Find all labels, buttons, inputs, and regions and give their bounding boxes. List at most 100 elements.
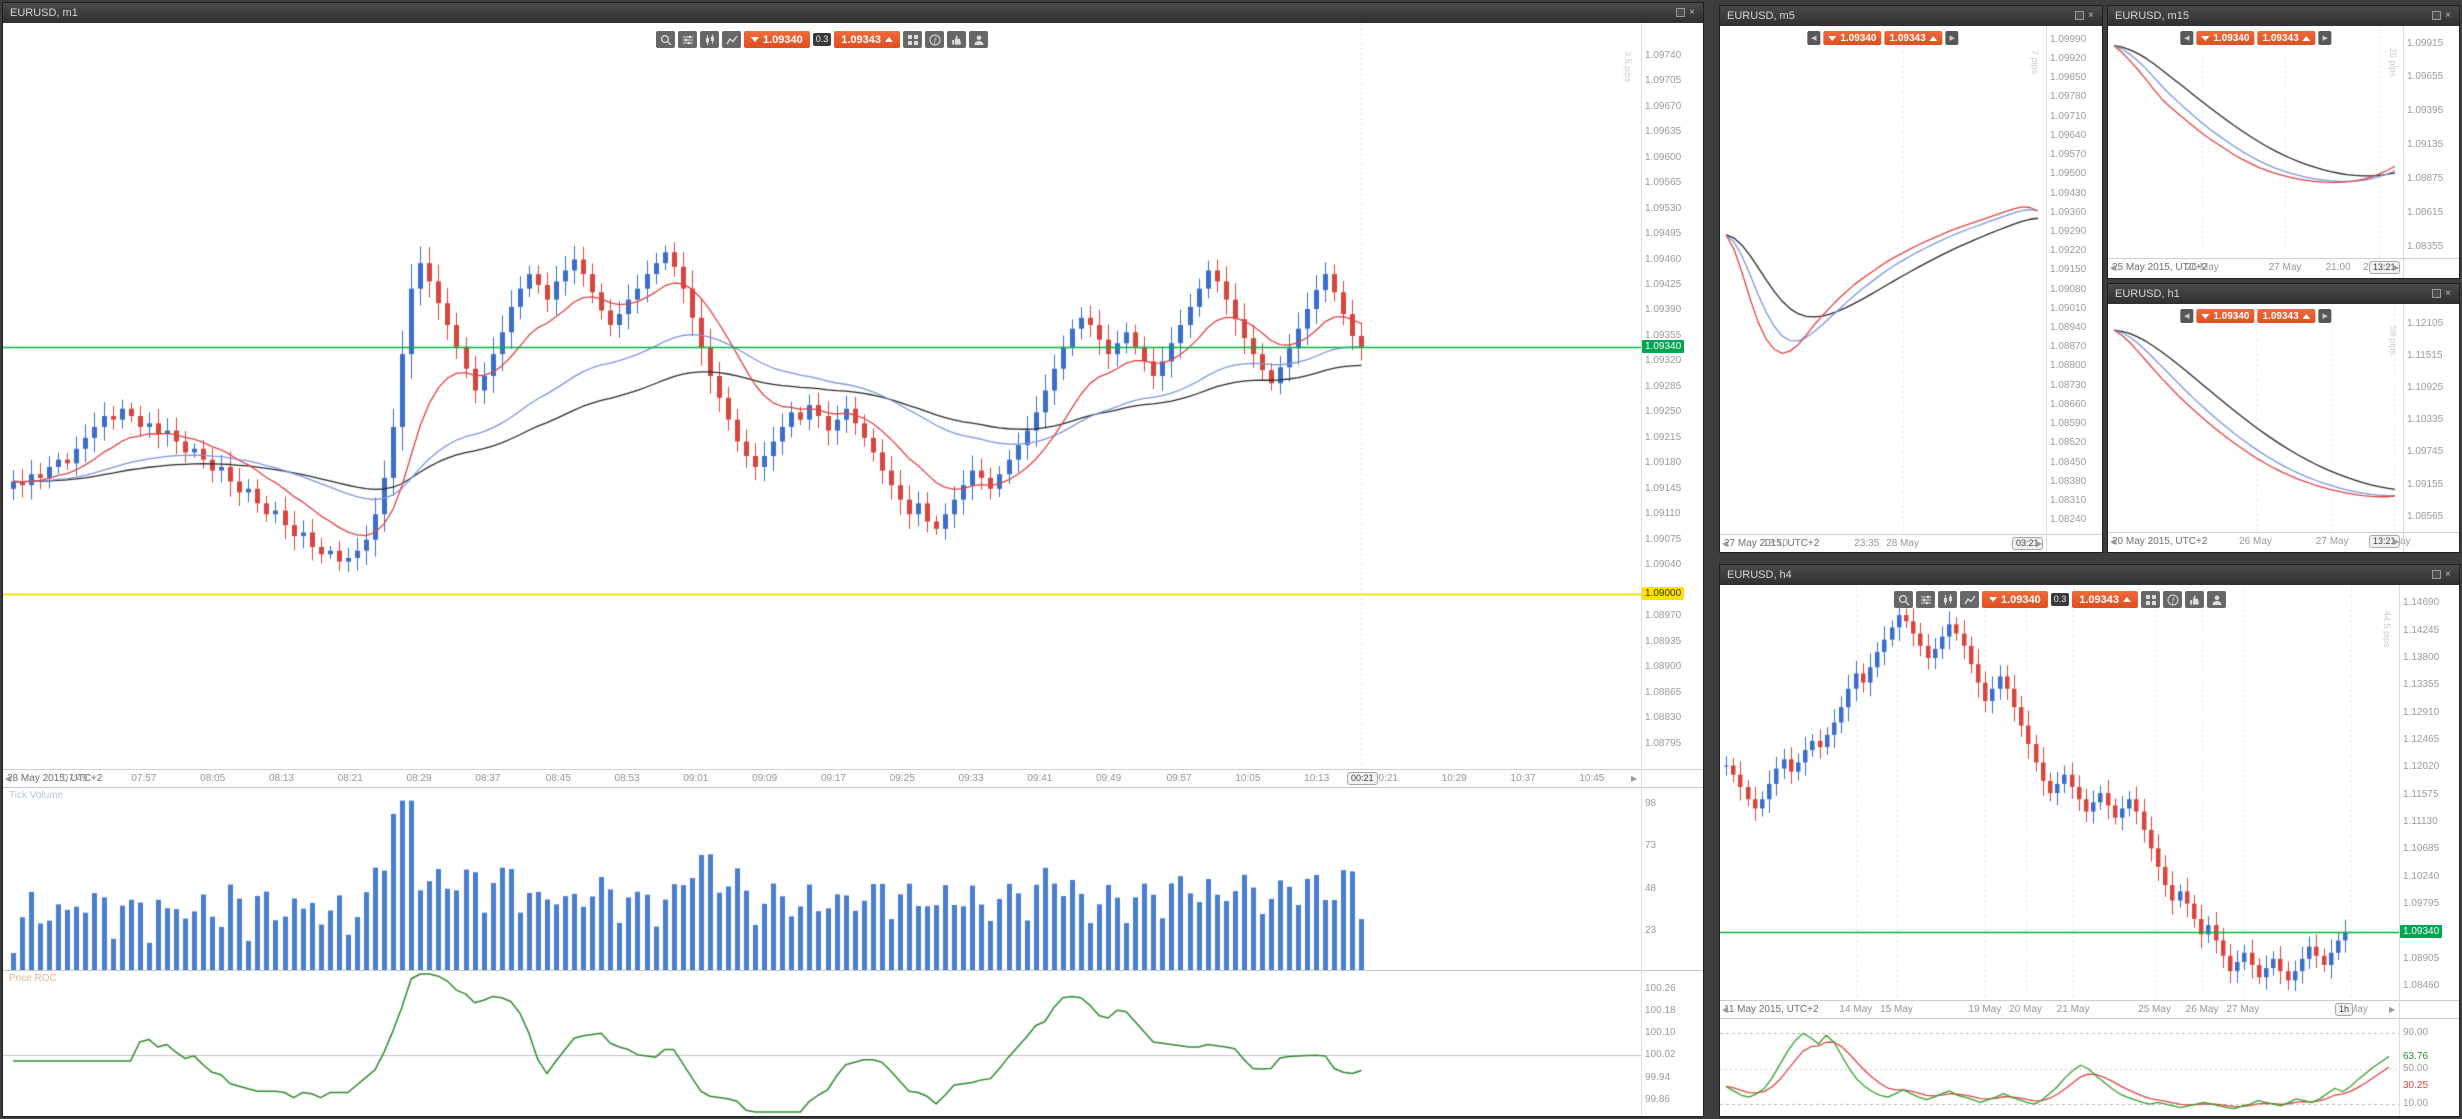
oscillator-pane-canvas[interactable]	[3, 970, 1641, 1116]
restore-icon[interactable]	[2432, 570, 2441, 579]
chart-canvas-m5[interactable]	[1720, 26, 2046, 534]
close-icon[interactable]: ×	[2088, 11, 2097, 20]
price-axis-label: 1.08830	[1645, 712, 1681, 723]
price-axis-label: 1.08900	[1645, 661, 1681, 672]
price-axis-label: 1.09710	[2050, 111, 2086, 122]
profile-icon[interactable]	[969, 31, 988, 48]
stochastic-pane-canvas[interactable]	[1720, 1018, 2399, 1116]
price-axis-label: 1.11130	[2403, 816, 2438, 827]
buy-button-m5[interactable]: 1.09343	[1885, 31, 1943, 45]
sell-button-h1[interactable]: 1.09340	[2196, 309, 2254, 323]
price-axis-m5: 1.099901.099201.098501.097801.097101.096…	[2046, 26, 2102, 534]
volume-pane-canvas[interactable]	[3, 787, 1641, 970]
titlebar-h4[interactable]: EURUSD, h4 ×	[1720, 565, 2459, 585]
time-tick: 10:05	[1235, 773, 1260, 784]
scroll-left-icon[interactable]: ◀	[2180, 309, 2193, 323]
scroll-right-icon[interactable]: ▶	[2319, 31, 2332, 45]
price-axis-label: 1.08460	[2403, 980, 2439, 991]
close-icon[interactable]: ×	[2445, 570, 2454, 579]
buy-button-h1[interactable]: 1.09343	[2258, 309, 2316, 323]
buy-button-h4[interactable]: 1.09343	[2072, 591, 2138, 608]
sell-button-h4[interactable]: 1.09340	[1982, 591, 2048, 608]
buy-button-m15[interactable]: 1.09343	[2258, 31, 2316, 45]
chart-settings-icon[interactable]	[678, 31, 697, 48]
price-axis-label: 1.08565	[2407, 511, 2443, 522]
price-axis-label: 1.10240	[2403, 871, 2439, 882]
time-tick: 08:37	[475, 773, 500, 784]
svg-text:f: f	[933, 36, 937, 45]
price-axis-label: 1.09745	[2407, 446, 2443, 457]
chart-type-icon[interactable]	[1938, 591, 1957, 608]
scroll-right-icon[interactable]: ▶	[1631, 774, 1637, 783]
chart-title-m5: EURUSD, m5	[1727, 10, 1795, 22]
scroll-right-icon[interactable]: ▶	[2389, 1005, 2395, 1014]
scroll-left-icon[interactable]: ◀	[1722, 539, 1728, 548]
oscillator-indicator-label: Price ROC	[9, 973, 57, 984]
time-tick: 08:45	[546, 773, 571, 784]
titlebar-m15[interactable]: EURUSD, m15 ×	[2108, 6, 2459, 26]
titlebar-h1[interactable]: EURUSD, h1 ×	[2108, 284, 2459, 304]
scroll-right-icon[interactable]: ▶	[2393, 537, 2399, 546]
like-icon[interactable]	[2185, 591, 2204, 608]
scroll-left-icon[interactable]: ◀	[1807, 31, 1820, 45]
price-axis-label: 1.09010	[2050, 303, 2086, 314]
titlebar-m5[interactable]: EURUSD, m5 ×	[1720, 6, 2102, 26]
chart-type-icon[interactable]	[700, 31, 719, 48]
layout-grid-icon[interactable]	[903, 31, 922, 48]
restore-icon[interactable]	[1676, 8, 1685, 17]
scroll-right-icon[interactable]: ▶	[1946, 31, 1959, 45]
price-axis-label: 1.09155	[2407, 479, 2443, 490]
chart-settings-icon[interactable]	[1916, 591, 1935, 608]
sell-arrow-icon	[1828, 36, 1836, 41]
scroll-left-icon[interactable]: ◀	[1722, 1005, 1728, 1014]
indicators-icon[interactable]	[1960, 591, 1979, 608]
close-icon[interactable]: ×	[2445, 289, 2454, 298]
indicators-icon[interactable]	[722, 31, 741, 48]
sell-button-m15[interactable]: 1.09340	[2196, 31, 2254, 45]
candle-countdown-badge: 00:21	[1347, 772, 1378, 785]
pane-divider	[3, 970, 1703, 971]
restore-icon[interactable]	[2075, 11, 2084, 20]
sell-button-m5[interactable]: 1.09340	[1823, 31, 1881, 45]
scroll-right-icon[interactable]: ▶	[2393, 263, 2399, 272]
scroll-left-icon[interactable]: ◀	[2110, 263, 2116, 272]
time-tick: 28 May	[1886, 538, 1919, 549]
price-chart-canvas-h4[interactable]	[1720, 585, 2399, 1000]
price-axis-label: 1.08875	[2407, 173, 2443, 184]
scroll-left-icon[interactable]: ◀	[2110, 537, 2116, 546]
chart-canvas-h1[interactable]	[2108, 304, 2403, 532]
price-axis-label: 1.09565	[1645, 177, 1681, 188]
price-axis-label: 1.09215	[1645, 432, 1681, 443]
price-axis-label: 1.08355	[2407, 241, 2443, 252]
scroll-left-icon[interactable]: ◀	[5, 774, 11, 783]
restore-icon[interactable]	[2432, 289, 2441, 298]
layout-grid-icon[interactable]	[2141, 591, 2160, 608]
scroll-right-icon[interactable]: ▶	[2036, 539, 2042, 548]
time-tick: 07:49	[63, 773, 88, 784]
time-tick: 27 May	[2226, 1004, 2259, 1015]
price-axis-label: 1.11515	[2407, 350, 2442, 361]
price-axis-label: 1.09600	[1645, 152, 1681, 163]
scroll-left-icon[interactable]: ◀	[2180, 31, 2193, 45]
close-icon[interactable]: ×	[2445, 11, 2454, 20]
scroll-right-icon[interactable]: ▶	[2319, 309, 2332, 323]
close-icon[interactable]: ×	[1689, 8, 1698, 17]
zoom-icon[interactable]	[656, 31, 675, 48]
zoom-icon[interactable]	[1894, 591, 1913, 608]
titlebar-m1[interactable]: EURUSD, m1 ×	[3, 3, 1703, 23]
favorites-icon[interactable]: f	[925, 31, 944, 48]
time-tick: 18:10	[1763, 538, 1788, 549]
sell-button-m1[interactable]: 1.09340	[744, 31, 810, 48]
favorites-icon[interactable]: f	[2163, 591, 2182, 608]
sell-arrow-icon	[751, 37, 759, 42]
buy-button-m1[interactable]: 1.09343	[834, 31, 900, 48]
price-chart-canvas-m1[interactable]	[3, 23, 1641, 769]
profile-icon[interactable]	[2207, 591, 2226, 608]
like-icon[interactable]	[947, 31, 966, 48]
price-axis-label: 1.12020	[2403, 761, 2439, 772]
price-axis-label: 1.08590	[2050, 418, 2086, 429]
chart-toolbar-h4: 1.09340 0.3 1.09343 f	[1894, 591, 2226, 608]
restore-icon[interactable]	[2432, 11, 2441, 20]
chart-canvas-m15[interactable]	[2108, 26, 2403, 258]
buy-arrow-icon	[885, 37, 893, 42]
